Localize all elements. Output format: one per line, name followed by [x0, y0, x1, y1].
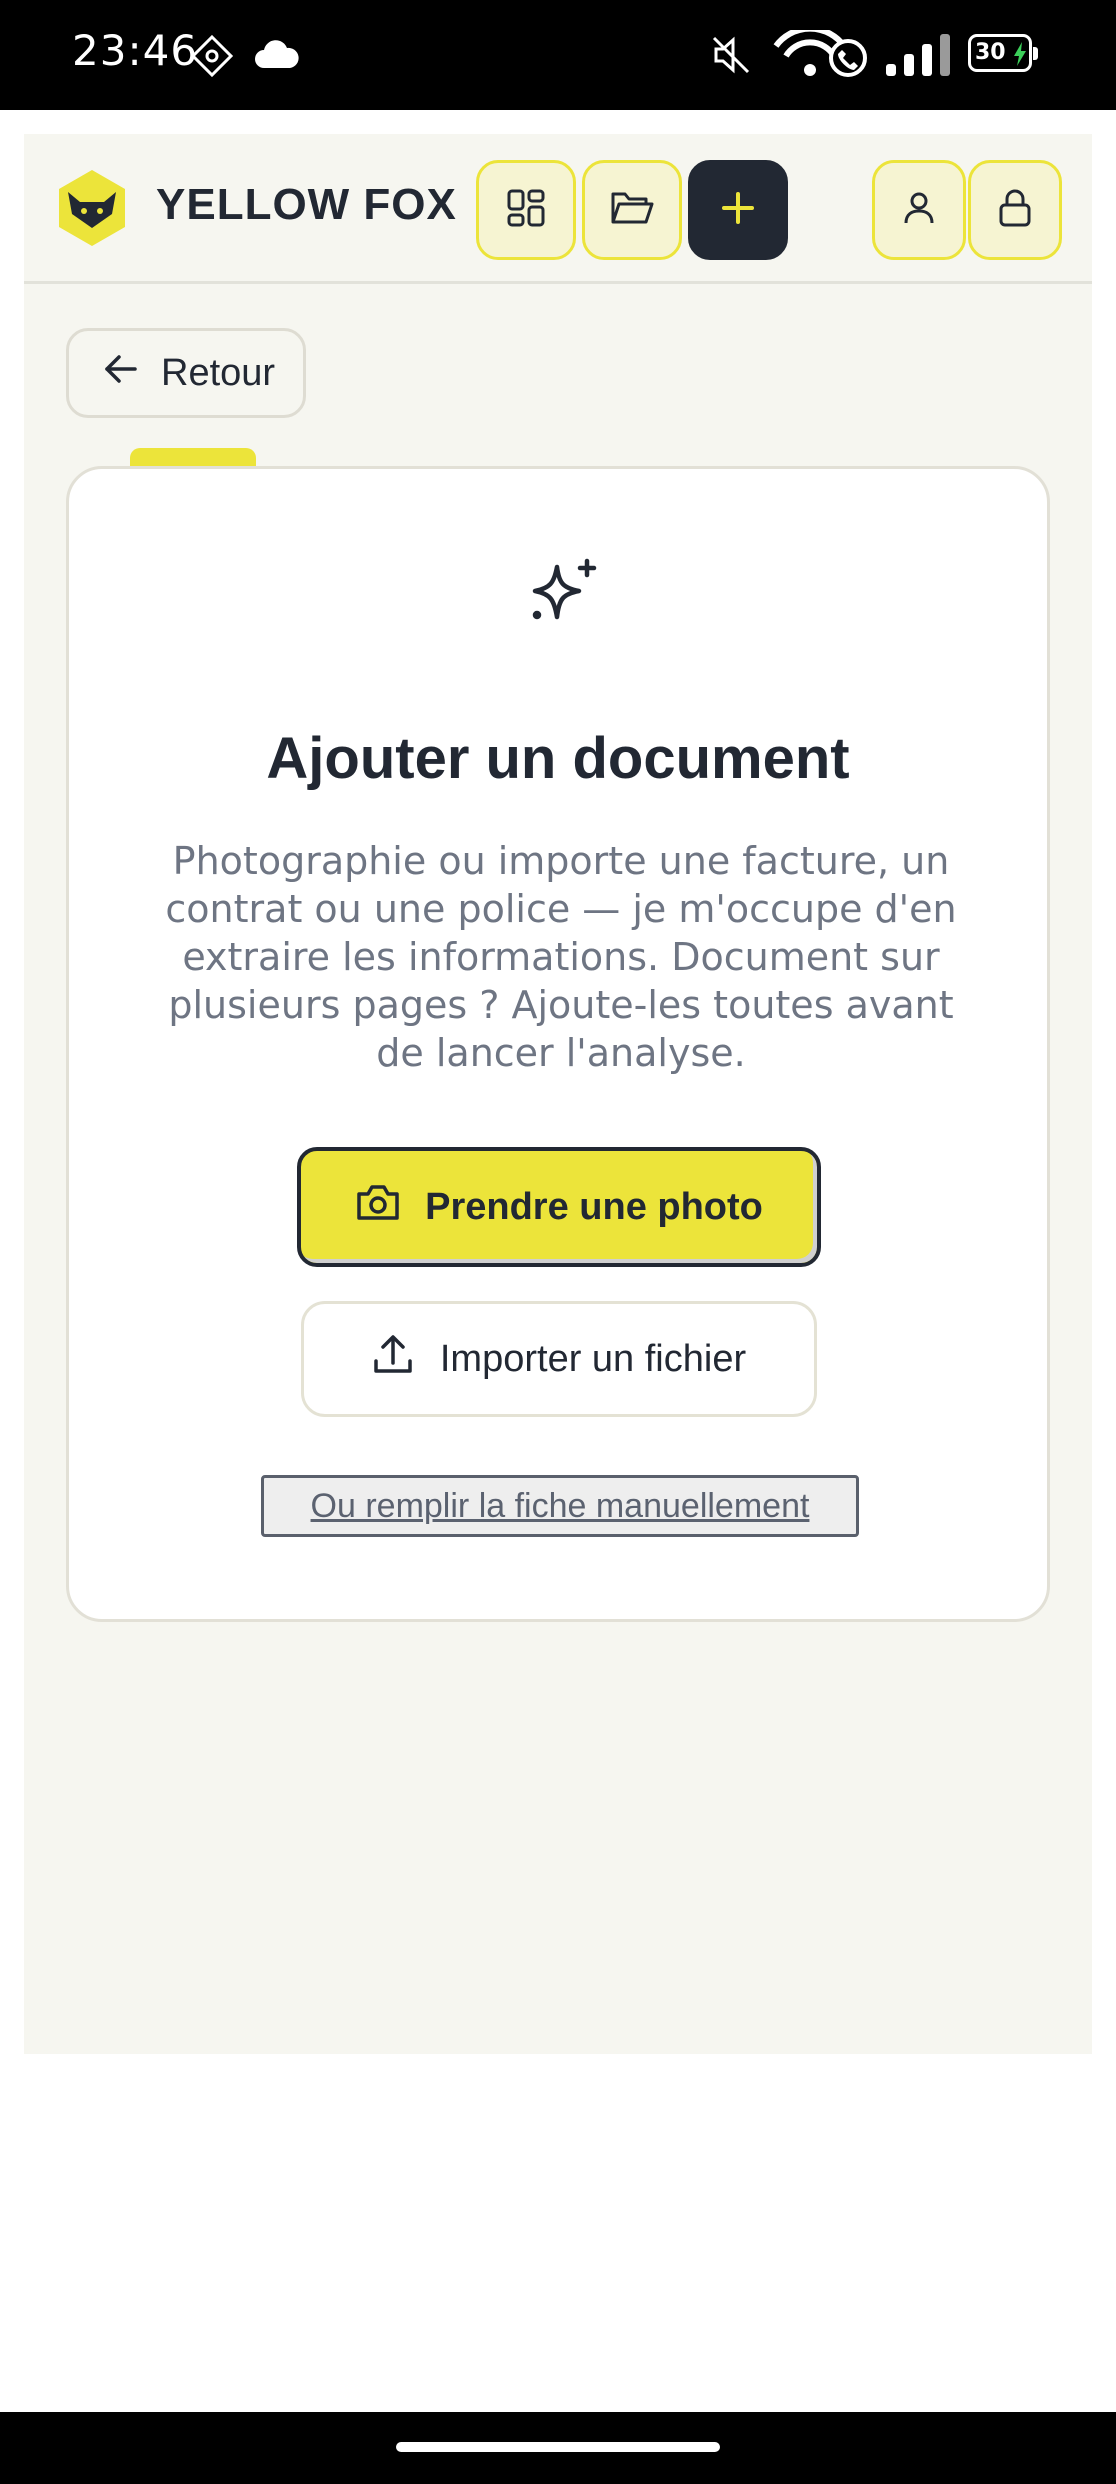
lock-icon [997, 188, 1033, 233]
dashboard-button[interactable] [476, 160, 576, 260]
card-description: Photographie ou importe une facture, un … [165, 839, 957, 1075]
cloud-icon [254, 40, 300, 70]
lock-button[interactable] [968, 160, 1062, 260]
navigation-bar [0, 2412, 1116, 2484]
signal-icon [884, 32, 954, 78]
add-button[interactable] [688, 160, 788, 260]
arrow-left-icon [103, 352, 161, 395]
back-button[interactable]: Retour [66, 328, 306, 418]
manual-entry-link[interactable]: Ou remplir la fiche manuellement [261, 1475, 859, 1537]
status-bar: 23:46 30 [0, 0, 1116, 110]
status-time: 23:46 [72, 26, 199, 75]
wifi-call-icon [772, 30, 868, 80]
add-document-card: Ajouter un document Photographie ou impo… [66, 466, 1050, 1622]
app-container: YELLOW FOX Retour Ajouter un document Ph… [24, 134, 1092, 2054]
import-file-label: Importer un fichier [439, 1337, 747, 1380]
upload-icon [372, 1333, 440, 1385]
fox-logo-icon [52, 168, 132, 248]
battery-charging-icon: 30 [968, 34, 1038, 72]
card-title: Ajouter un document [266, 726, 850, 791]
mute-icon [710, 34, 752, 76]
battery-level: 30 [975, 40, 1006, 65]
app-header: YELLOW FOX [24, 134, 1092, 284]
plus-icon [720, 190, 756, 231]
folder-icon [610, 188, 654, 233]
brand-name: YELLOW FOX [156, 180, 457, 229]
folder-button[interactable] [582, 160, 682, 260]
back-button-label: Retour [161, 351, 276, 394]
profile-button[interactable] [872, 160, 966, 260]
take-photo-button[interactable]: Prendre une photo [297, 1147, 821, 1267]
diamond-location-icon [190, 34, 234, 78]
sparkle-icon [523, 555, 603, 635]
user-icon [901, 190, 937, 231]
home-indicator[interactable] [396, 2442, 720, 2452]
take-photo-label: Prendre une photo [425, 1185, 763, 1228]
import-file-button[interactable]: Importer un fichier [301, 1301, 817, 1417]
camera-icon [355, 1182, 425, 1232]
dashboard-icon [506, 188, 546, 233]
